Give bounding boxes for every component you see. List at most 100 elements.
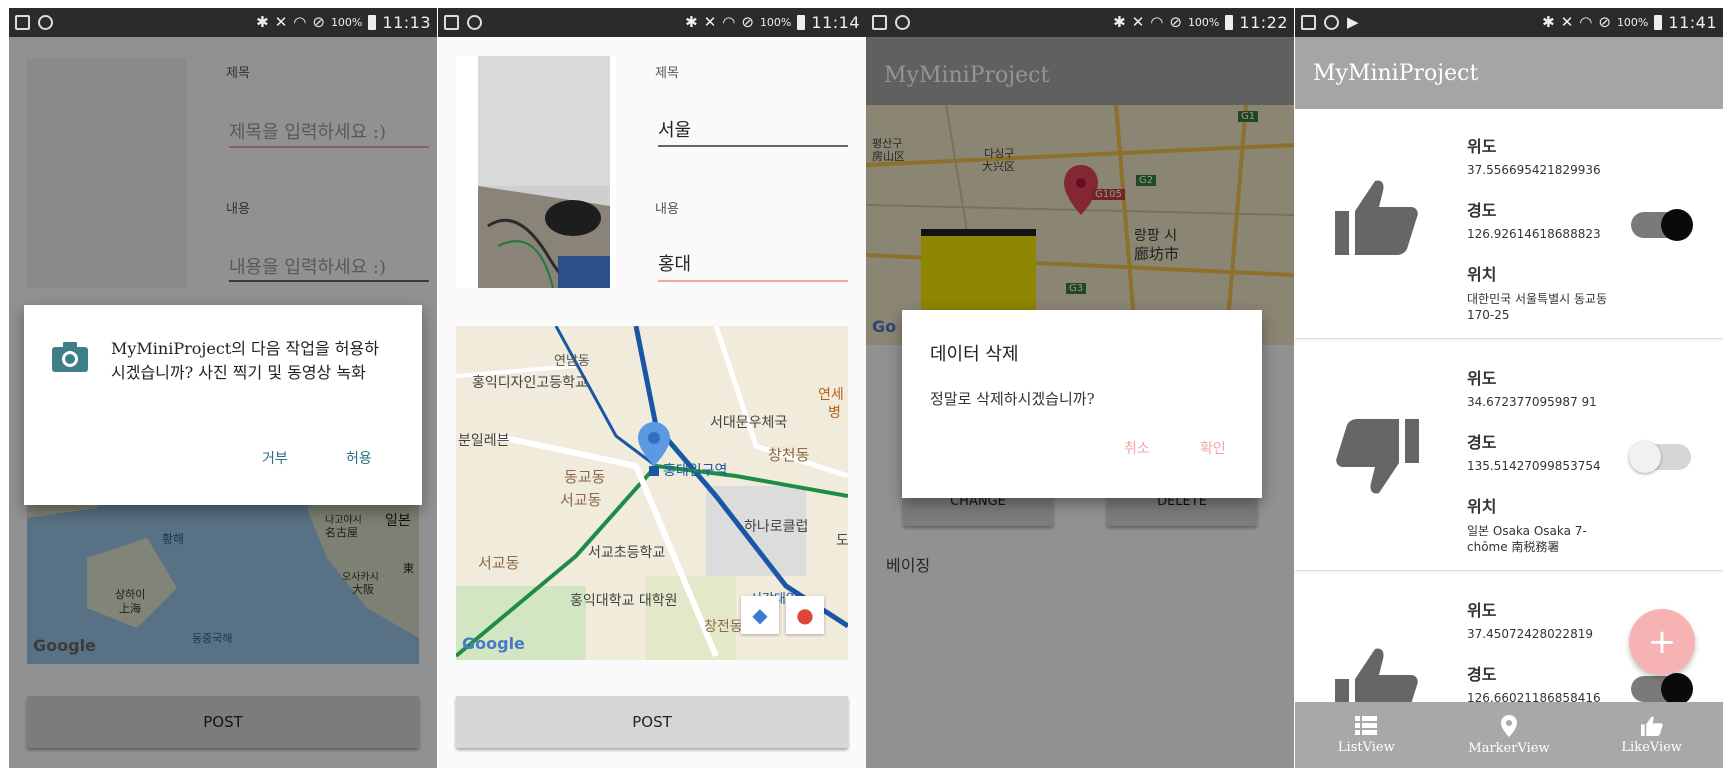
map-label: 서교초등학교 [588, 545, 666, 561]
bluetooth-icon: ✱ [685, 13, 698, 31]
battery-icon [1225, 15, 1234, 30]
map-label: 창전동 [704, 619, 743, 635]
map-view[interactable]: 연남동 홍익디자인고등학교 연세 병 서대문우체국 분일레븐 창천동 동교동 홍… [456, 326, 848, 660]
longitude-value: 135.51427099853754 [1467, 459, 1601, 473]
longitude-value: 126.92614618688823 [1467, 227, 1601, 241]
sync-notification-icon [1324, 15, 1339, 30]
mute-icon: ✕ [703, 13, 717, 31]
post-button[interactable]: POST [456, 696, 848, 748]
map-label: 하나로클럽 [744, 519, 809, 535]
google-logo: Google [462, 634, 525, 653]
content-input[interactable]: 홍대 [658, 250, 848, 282]
latitude-label: 위도 [1467, 137, 1497, 156]
thumb-up-icon [1640, 715, 1663, 736]
latitude-value: 37.556695421829936 [1467, 163, 1601, 177]
clock: 11:14 [811, 13, 860, 32]
confirm-button[interactable]: 확인 [1200, 438, 1226, 458]
app-bar: MyMiniProject [1295, 37, 1723, 109]
bluetooth-icon: ✱ [256, 13, 269, 31]
add-fab-button[interactable]: + [1629, 609, 1695, 675]
battery-icon [1654, 15, 1663, 30]
deny-button[interactable]: 거부 [262, 448, 288, 468]
toggle-knob [1661, 673, 1693, 705]
battery-icon [368, 15, 377, 30]
battery-percent: 100% [759, 16, 792, 29]
title-input[interactable]: 서울 [658, 116, 848, 148]
captured-photo [478, 56, 610, 288]
latitude-value: 37.45072428022819 [1467, 627, 1593, 641]
map-label: 연세 [818, 387, 844, 403]
open-maps-icon[interactable]: ● [786, 596, 824, 634]
title-underline [658, 145, 848, 147]
content-underline [658, 280, 848, 282]
wifi-icon: ◠ [293, 13, 307, 31]
app-title: MyMiniProject [1313, 60, 1479, 86]
nav-label: MarkerView [1468, 740, 1550, 756]
nav-list-view[interactable]: ListView [1295, 702, 1438, 768]
screenshot-collage: ✱ ✕ ◠ ⊘ 100% 11:13 제목 제목을 입력하세요 :) 내용 내용… [0, 0, 1730, 775]
photo-frame[interactable] [456, 56, 616, 288]
media-notification-icon: ▶ [1347, 13, 1359, 31]
bluetooth-icon: ✱ [1113, 13, 1126, 31]
longitude-label: 경도 [1467, 201, 1497, 220]
delete-dialog: 데이터 삭제 정말로 삭제하시겠습니까? 취소 확인 [902, 310, 1262, 498]
allow-button[interactable]: 허용 [346, 448, 372, 468]
wifi-icon: ◠ [722, 13, 736, 31]
clock: 11:13 [382, 13, 431, 32]
clock: 11:41 [1668, 13, 1717, 32]
map-label: 홍대입구역 [663, 463, 728, 479]
screen-permission: ✱ ✕ ◠ ⊘ 100% 11:13 제목 제목을 입력하세요 :) 내용 내용… [9, 8, 437, 768]
content-label: 내용 [655, 202, 679, 217]
like-toggle[interactable] [1631, 673, 1693, 705]
map-label: 동교동 [564, 468, 606, 486]
location-value: 일본 Osaka Osaka 7-chōme 南税務署 [1467, 524, 1587, 554]
map-pin-icon[interactable] [638, 422, 670, 478]
no-sign-icon: ⊘ [312, 13, 325, 31]
map-label: 병 [828, 405, 841, 421]
nav-like-view[interactable]: LikeView [1580, 702, 1723, 768]
gallery-notification-icon [1301, 15, 1316, 30]
map-label: 홍익디자인고등학교 [472, 375, 588, 391]
map-label: 서교동 [478, 554, 520, 572]
nav-label: LikeView [1621, 739, 1682, 755]
mute-icon: ✕ [274, 13, 288, 31]
directions-icon[interactable]: ◆ [741, 596, 779, 634]
latitude-label: 위도 [1467, 601, 1497, 620]
dialog-message: 정말로 삭제하시겠습니까? [930, 390, 1095, 408]
like-toggle[interactable] [1631, 209, 1693, 241]
battery-percent: 100% [330, 16, 363, 29]
wifi-icon: ◠ [1579, 13, 1593, 31]
location-label: 위치 [1467, 265, 1497, 284]
gallery-notification-icon [872, 15, 887, 30]
clock: 11:22 [1239, 13, 1288, 32]
map-label: 서교동 [560, 491, 602, 509]
latitude-label: 위도 [1467, 369, 1497, 388]
map-label: 연남동 [554, 354, 590, 369]
sync-notification-icon [467, 15, 482, 30]
thumb-up-icon [1335, 180, 1418, 255]
longitude-label: 경도 [1467, 433, 1497, 452]
like-toggle[interactable] [1629, 441, 1691, 473]
mute-icon: ✕ [1560, 13, 1574, 31]
location-label: 위치 [1467, 497, 1497, 516]
dialog-title: 데이터 삭제 [930, 344, 1019, 365]
cancel-button[interactable]: 취소 [1124, 438, 1150, 458]
status-bar: ✱ ✕ ◠ ⊘ 100% 11:22 [866, 8, 1294, 37]
location-value: 대한민국 서울특별시 동교동 170-25 [1467, 292, 1608, 322]
map-label: 창천동 [768, 446, 810, 464]
screen-list-view: ▶ ✱ ✕ ◠ ⊘ 100% 11:41 MyMiniProject 위도 37… [1295, 8, 1723, 768]
status-bar: ✱ ✕ ◠ ⊘ 100% 11:13 [9, 8, 437, 37]
battery-percent: 100% [1616, 16, 1649, 29]
gallery-notification-icon [15, 15, 30, 30]
list-item[interactable]: 위도 37.556695421829936 경도 126.92614618688… [1295, 109, 1723, 339]
toggle-knob [1661, 209, 1693, 241]
sync-notification-icon [38, 15, 53, 30]
nav-marker-view[interactable]: MarkerView [1438, 702, 1581, 768]
map-label: 서대문우체국 [710, 415, 788, 431]
no-sign-icon: ⊘ [741, 13, 754, 31]
map-label: 분일레븐 [458, 433, 510, 449]
map-label: 도 [836, 533, 848, 549]
nav-label: ListView [1337, 739, 1395, 755]
toggle-knob [1629, 441, 1661, 473]
list-item[interactable]: 위도 34.672377095987 91 경도 135.51427099853… [1295, 341, 1723, 571]
